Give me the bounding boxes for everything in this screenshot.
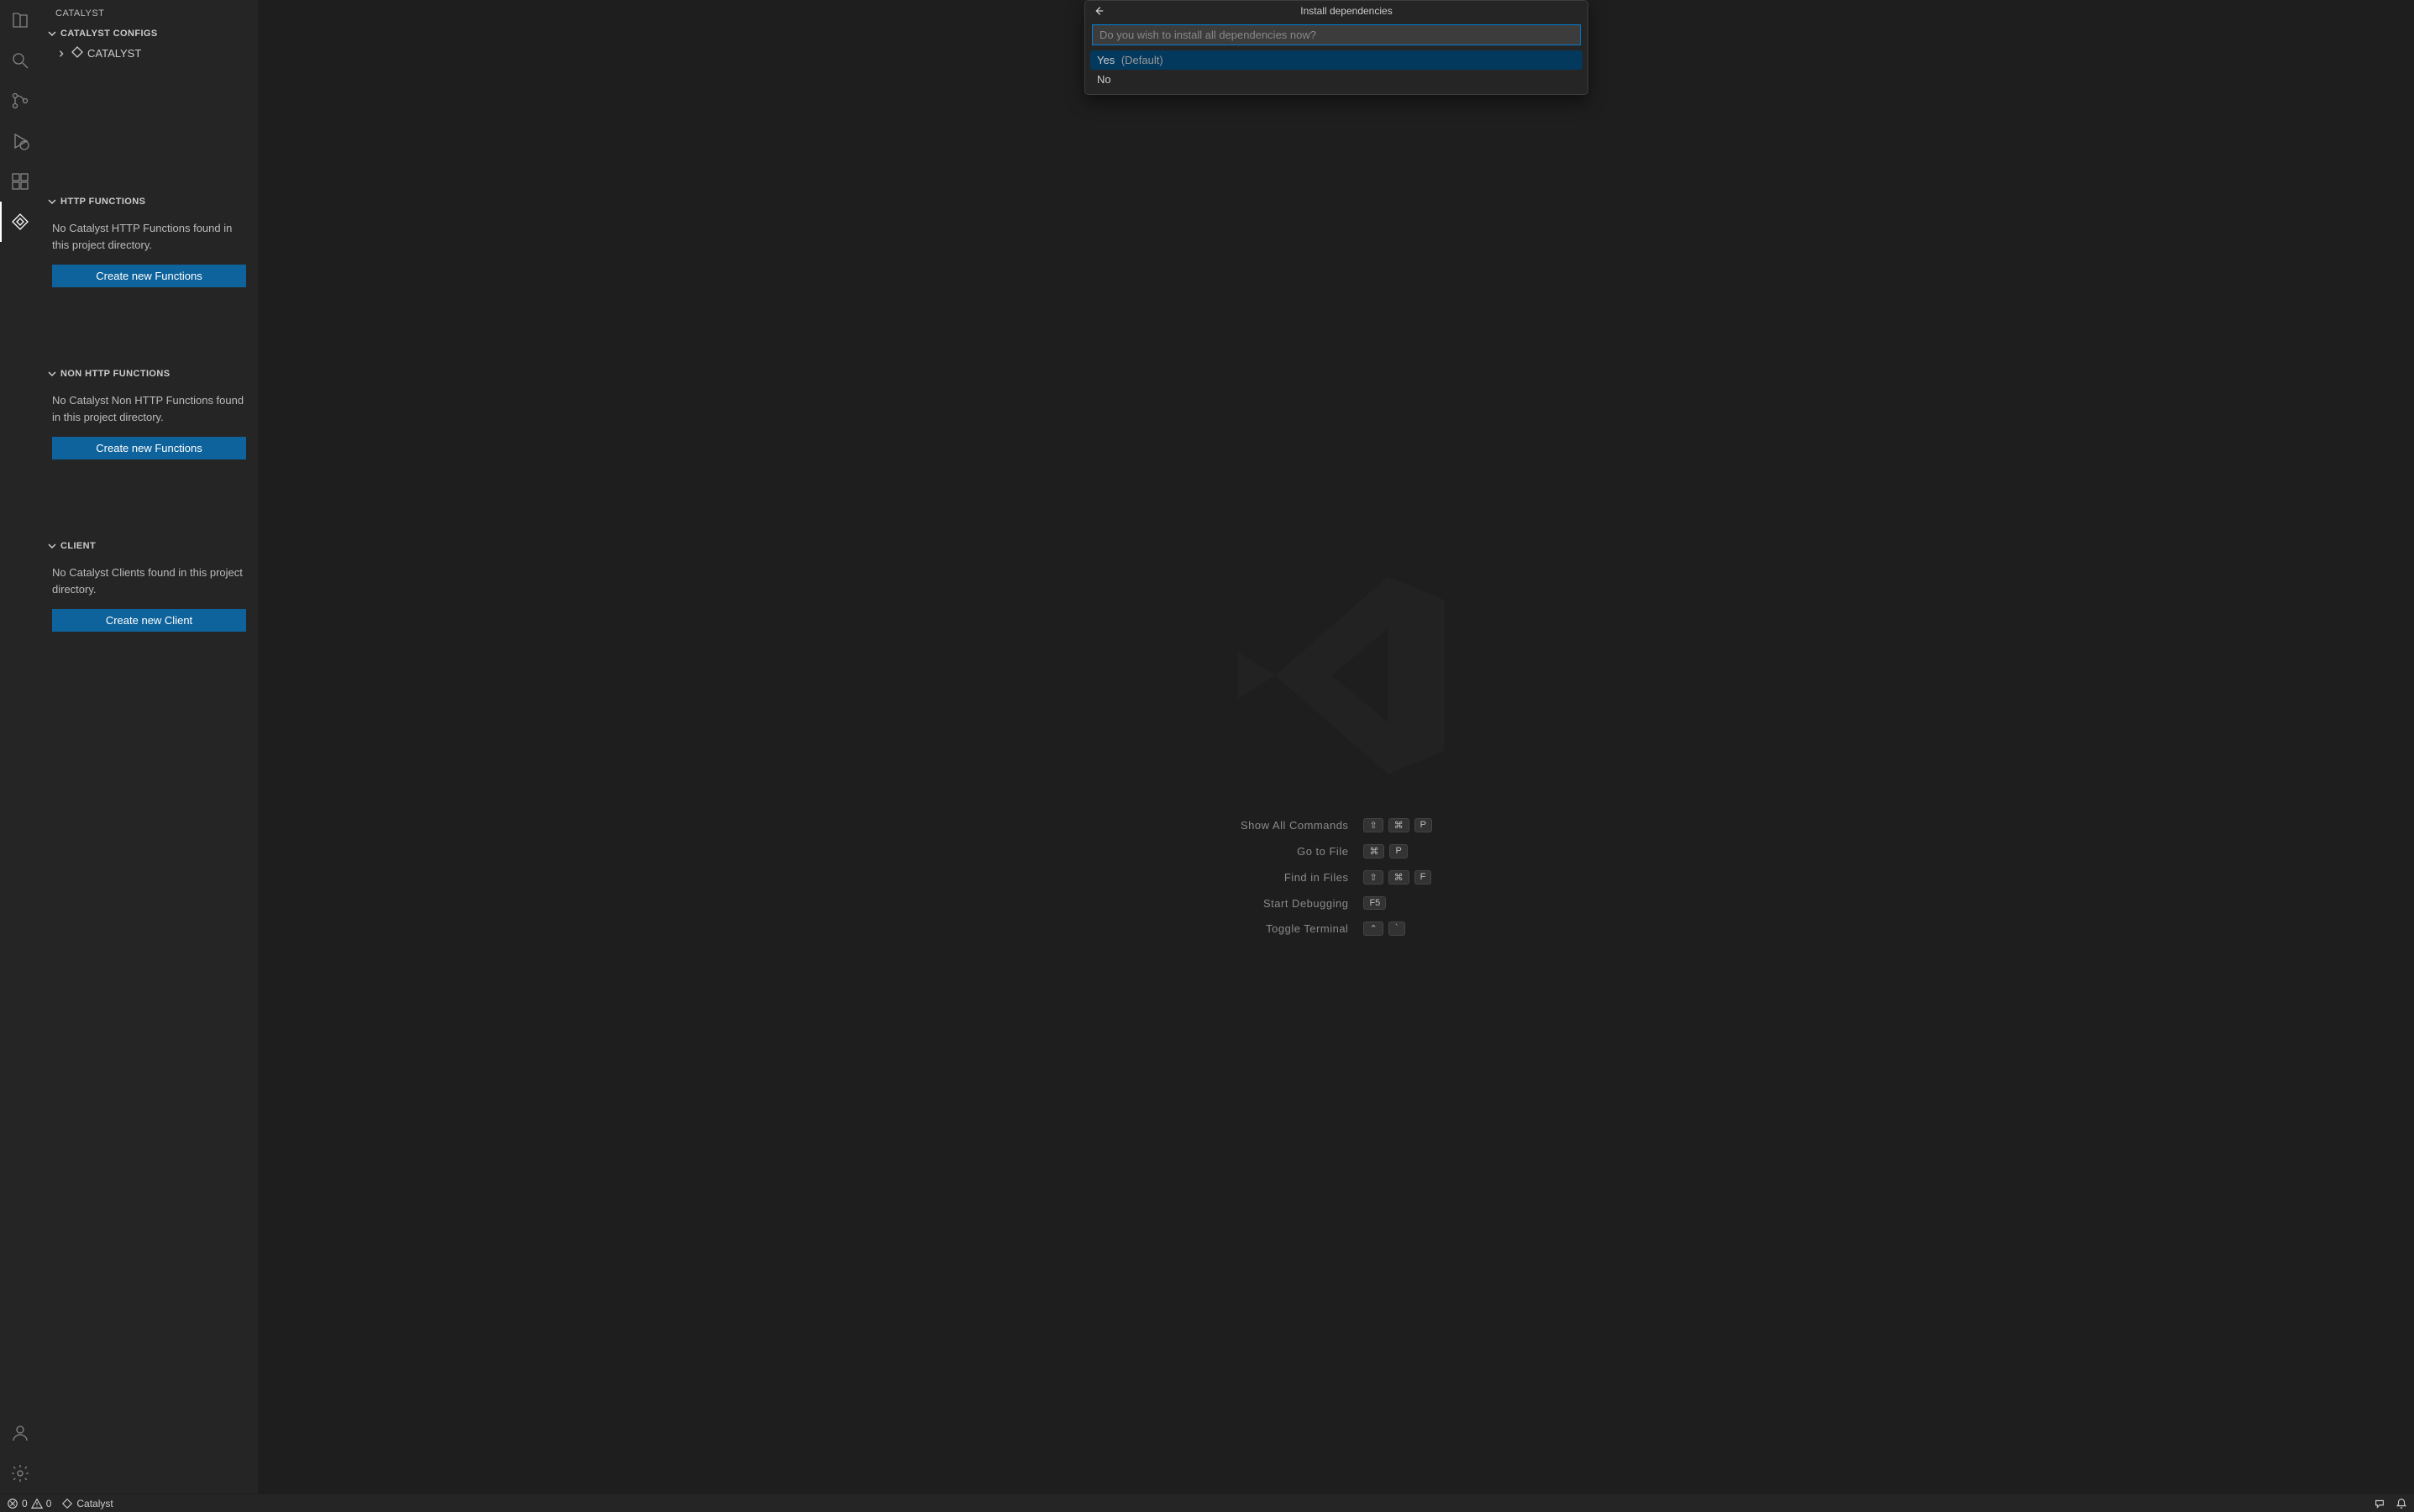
section-label: CATALYST CONFIGS bbox=[60, 29, 158, 39]
option-yes-hint: (Default) bbox=[1121, 54, 1163, 66]
quickpick-option-yes[interactable]: Yes (Default) bbox=[1090, 50, 1582, 70]
key: ⌃ bbox=[1363, 921, 1383, 936]
quickpick-title: Install dependencies bbox=[1112, 5, 1581, 17]
key: ⇧ bbox=[1363, 818, 1383, 832]
welcome-watermark: Show All Commands⇧⌘PGo to File⌘PFind in … bbox=[1219, 558, 1454, 936]
nonhttp-empty-msg: No Catalyst Non HTTP Functions found in … bbox=[52, 392, 246, 425]
section-catalyst-configs[interactable]: CATALYST CONFIGS bbox=[40, 24, 258, 44]
shortcut-label: Start Debugging bbox=[1241, 897, 1348, 910]
source-control-icon[interactable] bbox=[0, 81, 40, 121]
status-catalyst[interactable]: Catalyst bbox=[61, 1498, 113, 1509]
create-nonhttp-functions-button[interactable]: Create new Functions bbox=[52, 437, 246, 459]
extensions-icon[interactable] bbox=[0, 161, 40, 202]
section-non-http-functions[interactable]: NON HTTP FUNCTIONS bbox=[40, 364, 258, 384]
warning-count: 0 bbox=[46, 1498, 52, 1509]
project-name: CATALYST bbox=[87, 47, 141, 60]
option-yes-label: Yes bbox=[1097, 54, 1115, 66]
catalyst-icon[interactable] bbox=[0, 202, 40, 242]
shortcut-label: Show All Commands bbox=[1241, 819, 1348, 832]
search-icon[interactable] bbox=[0, 40, 40, 81]
shortcut-keys: ⇧ ⌘ F bbox=[1363, 870, 1432, 885]
bell-icon bbox=[2396, 1498, 2407, 1509]
status-catalyst-label: Catalyst bbox=[76, 1498, 113, 1509]
warning-icon bbox=[31, 1498, 43, 1509]
shortcut-label: Go to File bbox=[1241, 845, 1348, 858]
settings-gear-icon[interactable] bbox=[0, 1453, 40, 1494]
project-icon bbox=[71, 45, 84, 61]
accounts-icon[interactable] bbox=[0, 1413, 40, 1453]
section-label: NON HTTP FUNCTIONS bbox=[60, 369, 170, 379]
chevron-down-icon bbox=[45, 195, 59, 208]
project-node-catalyst[interactable]: CATALYST bbox=[40, 44, 258, 63]
shortcut-label: Toggle Terminal bbox=[1241, 922, 1348, 935]
create-client-button[interactable]: Create new Client bbox=[52, 609, 246, 632]
client-empty-msg: No Catalyst Clients found in this projec… bbox=[52, 564, 246, 597]
section-label: HTTP FUNCTIONS bbox=[60, 197, 145, 207]
key: ⌘ bbox=[1388, 870, 1409, 885]
back-arrow-icon[interactable] bbox=[1092, 4, 1105, 18]
quickpick-dialog: Install dependencies Yes (Default) No bbox=[1084, 0, 1588, 95]
chevron-down-icon bbox=[45, 367, 59, 381]
key: F bbox=[1414, 870, 1432, 885]
key: F5 bbox=[1363, 896, 1386, 910]
create-http-functions-button[interactable]: Create new Functions bbox=[52, 265, 246, 287]
key: P bbox=[1414, 818, 1432, 832]
key: ⇧ bbox=[1363, 870, 1383, 885]
shortcut-keys: ⌘P bbox=[1363, 844, 1432, 858]
section-http-functions[interactable]: HTTP FUNCTIONS bbox=[40, 192, 258, 212]
chevron-down-icon bbox=[45, 539, 59, 553]
status-notifications[interactable] bbox=[2396, 1498, 2407, 1509]
sidebar: CATALYST CATALYST CONFIGS CATALYST HTTP … bbox=[40, 0, 259, 1494]
quickpick-option-no[interactable]: No bbox=[1090, 70, 1582, 89]
editor-area: Install dependencies Yes (Default) No bbox=[259, 0, 2414, 1494]
key: ⌘ bbox=[1363, 844, 1384, 858]
status-feedback[interactable] bbox=[2374, 1498, 2385, 1509]
http-empty-msg: No Catalyst HTTP Functions found in this… bbox=[52, 220, 246, 253]
key: ⌘ bbox=[1388, 818, 1409, 832]
quickpick-input[interactable] bbox=[1092, 24, 1581, 45]
shortcut-keys: F5 bbox=[1363, 896, 1432, 910]
section-label: CLIENT bbox=[60, 541, 96, 551]
sidebar-title: CATALYST bbox=[40, 0, 258, 24]
chevron-down-icon bbox=[45, 27, 59, 40]
error-count: 0 bbox=[22, 1498, 28, 1509]
explorer-icon[interactable] bbox=[0, 0, 40, 40]
status-problems[interactable]: 0 0 bbox=[7, 1498, 51, 1509]
run-debug-icon[interactable] bbox=[0, 121, 40, 161]
shortcut-label: Find in Files bbox=[1241, 871, 1348, 884]
section-client[interactable]: CLIENT bbox=[40, 536, 258, 556]
error-icon bbox=[7, 1498, 18, 1509]
chevron-right-icon bbox=[55, 50, 67, 58]
feedback-icon bbox=[2374, 1498, 2385, 1509]
shortcut-keys: ⇧ ⌘ P bbox=[1363, 818, 1432, 832]
key: P bbox=[1389, 844, 1407, 858]
vscode-logo-icon bbox=[1219, 558, 1454, 793]
catalyst-status-icon bbox=[61, 1498, 73, 1509]
status-bar: 0 0 Catalyst bbox=[0, 1494, 2414, 1512]
shortcut-keys: ⌃` bbox=[1363, 921, 1432, 936]
activity-bar bbox=[0, 0, 40, 1494]
option-no-label: No bbox=[1097, 73, 1111, 86]
key: ` bbox=[1388, 921, 1405, 936]
